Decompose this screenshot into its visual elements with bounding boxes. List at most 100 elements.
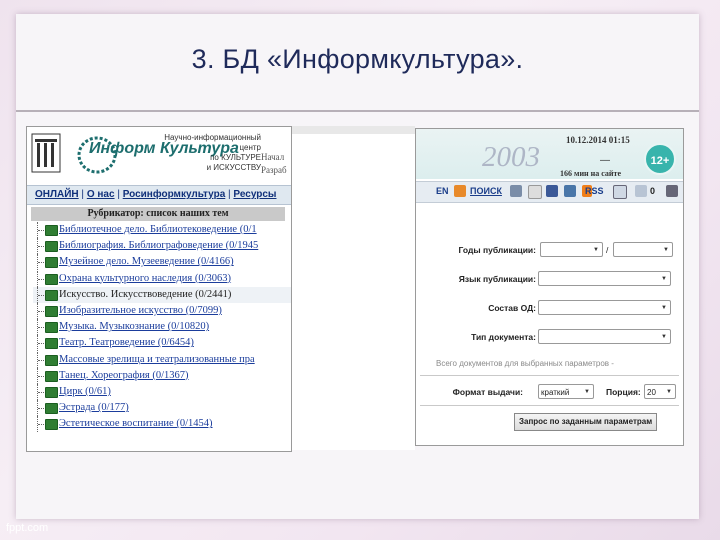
book-icon [45, 289, 58, 301]
age-rating-badge: 12+ [644, 143, 676, 175]
tree-item[interactable]: Охрана культурного наследия (0/3063) [33, 270, 291, 287]
dash: — [600, 155, 610, 166]
book-icon [45, 241, 58, 253]
online-time: 166 мин на сайте [560, 169, 622, 178]
tree-item[interactable]: Библиография. Библиографоведение (0/1945 [33, 238, 291, 255]
doctype-label: Тип документа: [471, 332, 536, 342]
tree-item[interactable]: Изобразительное искусство (0/7099) [33, 302, 291, 319]
slide-title: 3. БД «Информкультура». [191, 44, 524, 74]
center-line: Научно-информационный [164, 133, 261, 142]
site-header: Информ Культура Научно-информационный це… [27, 127, 291, 182]
library-logo-icon [31, 133, 61, 173]
tree-item-label: Театр. Театроведение (0/6454) [59, 337, 194, 349]
composition-label: Состав ОД: [488, 303, 536, 313]
center-description: Научно-информационный центр по КУЛЬТУРЕ … [164, 133, 261, 173]
rss-label[interactable]: RSS [585, 185, 604, 198]
format-row: Формат выдачи: краткий Порция: 20 [416, 381, 683, 405]
nav-resources[interactable]: Ресурсы [233, 189, 276, 200]
years-slash: / [606, 245, 609, 255]
year-banner: 2003 [482, 141, 540, 173]
year-from-select[interactable] [540, 242, 603, 258]
search-toolbar: EN ПОИСК RSS 0 [416, 181, 683, 203]
language-row: Язык публикации: [416, 268, 683, 292]
center-line: по КУЛЬТУРЕ [210, 153, 261, 162]
tree-item-label: Массовые зрелища и театрализованные пра [59, 353, 255, 365]
wikipedia-icon[interactable] [528, 185, 542, 199]
center-line: центр [239, 143, 261, 152]
tree-item-label: Охрана культурного наследия (0/3063) [59, 272, 232, 284]
search-site-header: 2003 10.12.2014 01:15 — 166 мин на сайте… [416, 129, 683, 179]
book-icon [45, 273, 58, 285]
total-documents-text: Всего документов для выбранных параметро… [436, 359, 614, 368]
tree-item[interactable]: Библиотечное дело. Библиотековедение (0/… [33, 222, 291, 238]
tree-item[interactable]: Массовые зрелища и театрализованные пра [33, 351, 291, 368]
tree-item-label: Эстрада (0/177) [59, 402, 129, 414]
search-link[interactable]: ПОИСК [470, 185, 502, 198]
portion-label: Порция: [606, 387, 641, 397]
side-text: Начал Разраб [261, 151, 287, 177]
site-nav: ОНЛАЙН | О нас | Росинформкультура | Рес… [27, 185, 291, 205]
datetime: 10.12.2014 01:15 [566, 135, 630, 145]
tree-item[interactable]: Театр. Театроведение (0/6454) [33, 335, 291, 352]
doctype-row: Тип документа: [416, 326, 683, 350]
divider [420, 375, 679, 376]
tree-item-label: Искусство. Искусствоведение (0/2441) [59, 288, 232, 300]
basket-count: 0 [650, 186, 656, 196]
center-line: и ИСКУССТВУ [206, 163, 261, 172]
tree-item[interactable]: Музыка. Музыкознание (0/10820) [33, 319, 291, 336]
year-to-select[interactable] [613, 242, 673, 258]
tree-item-label: Музейное дело. Музееведение (0/4166) [59, 256, 234, 268]
side-line: Разраб [261, 165, 287, 175]
tree-item-label: Танец. Хореография (0/1367) [59, 369, 189, 381]
nav-rosinformkultura[interactable]: Росинформкультура [123, 189, 226, 200]
language-select[interactable] [538, 271, 671, 287]
language-label: Язык публикации: [458, 274, 536, 284]
tree-item[interactable]: Цирк (0/61) [33, 383, 291, 400]
tree-item-label: Музыка. Музыкознание (0/10820) [59, 321, 210, 333]
tree-item[interactable]: Музейное дело. Музееведение (0/4166) [33, 254, 291, 271]
format-label: Формат выдачи: [452, 387, 523, 397]
rubricator-header: Рубрикатор: список наших тем [31, 207, 285, 221]
tree-item-label: Изобразительное искусство (0/7099) [59, 304, 222, 316]
basket-icon[interactable] [635, 185, 647, 197]
nav-about[interactable]: О нас [87, 189, 115, 200]
book-icon [45, 225, 58, 236]
years-label: Годы публикации: [458, 245, 536, 255]
book-icon [45, 403, 58, 415]
tree-item-label: Библиотечное дело. Библиотековедение (0/… [59, 224, 257, 235]
years-row: Годы публикации: / [416, 239, 683, 263]
site-screenshot-rubricator: Информ Культура Научно-информационный це… [26, 126, 292, 452]
doctype-select[interactable] [538, 329, 671, 345]
sitemap-icon[interactable] [510, 185, 522, 197]
book-icon [45, 257, 58, 269]
tree-item-label: Библиография. Библиографоведение (0/1945 [59, 240, 259, 252]
mail-icon[interactable] [613, 185, 627, 199]
tree-item-selected[interactable]: Искусство. Искусствоведение (0/2441) [33, 286, 291, 303]
title-band: 3. БД «Информкультура». [16, 14, 699, 112]
book-icon [45, 338, 58, 350]
tree-item[interactable]: Танец. Хореография (0/1367) [33, 367, 291, 384]
nav-online[interactable]: ОНЛАЙН [35, 189, 79, 200]
middle-blank-panel [292, 126, 415, 450]
vk-icon[interactable] [564, 185, 576, 197]
print-icon[interactable] [666, 185, 678, 197]
submit-query-button[interactable]: Запрос по заданным параметрам [514, 413, 658, 431]
book-icon [45, 386, 58, 398]
side-line: Начал [261, 152, 285, 162]
tree-item[interactable]: Эстрада (0/177) [33, 400, 291, 417]
site-screenshot-search-form: 2003 10.12.2014 01:15 — 166 мин на сайте… [415, 128, 684, 446]
lang-en-link[interactable]: EN [436, 185, 449, 198]
composition-select[interactable] [538, 300, 671, 316]
tree-item[interactable]: Эстетическое воспитание (0/1454) [33, 416, 291, 433]
tree-item-label: Цирк (0/61) [59, 385, 111, 397]
divider [420, 405, 679, 406]
search-icon [454, 185, 466, 197]
format-select[interactable]: краткий [538, 384, 594, 400]
book-icon [45, 419, 58, 431]
rubricator-tree: Библиотечное дело. Библиотековедение (0/… [33, 222, 291, 433]
facebook-icon[interactable] [546, 185, 558, 197]
book-icon [45, 354, 58, 366]
portion-select[interactable]: 20 [644, 384, 676, 400]
fppt-watermark: fppt.com [6, 522, 49, 534]
book-icon [45, 322, 58, 334]
